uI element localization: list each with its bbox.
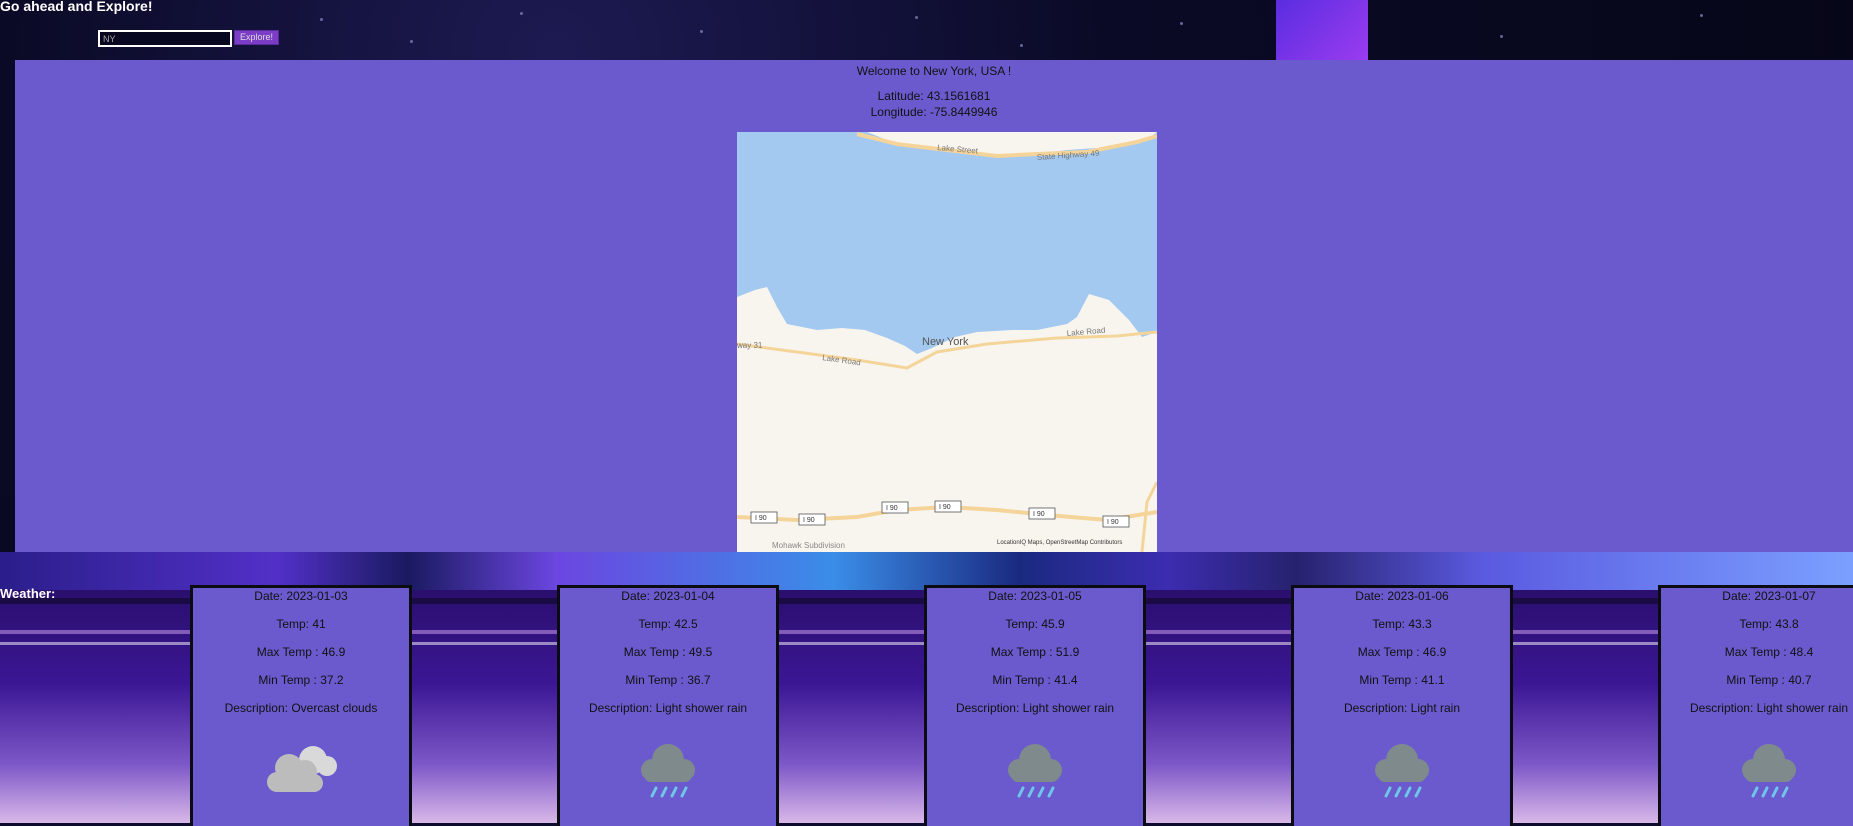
forecast-date: Date: 2023-01-07 — [1722, 589, 1816, 603]
forecast-max-temp: Max Temp : 46.9 — [1357, 645, 1447, 659]
forecast-max-temp: Max Temp : 49.5 — [623, 645, 713, 659]
forecast-date: Date: 2023-01-05 — [988, 589, 1082, 603]
forecast-description: Description: Light shower rain — [955, 701, 1115, 715]
weather-card: Date: 2023-01-03 Temp: 41 Max Temp : 46.… — [190, 585, 412, 826]
welcome-text: Welcome to New York, USA ! — [856, 64, 1012, 78]
weather-card: Date: 2023-01-04 Temp: 42.5 Max Temp : 4… — [557, 585, 779, 826]
highway-shield: I 90 — [939, 504, 951, 511]
rain-cloud-icon — [927, 738, 1143, 798]
road-label-way-31: way 31 — [737, 341, 763, 350]
forecast-temp: Temp: 43.8 — [1739, 617, 1799, 631]
highway-shield: I 90 — [1033, 511, 1045, 518]
forecast-description: Description: Light shower rain — [588, 701, 748, 715]
location-panel: Welcome to New York, USA ! Latitude: 43.… — [15, 60, 1853, 552]
weather-card: Date: 2023-01-05 Temp: 45.9 Max Temp : 5… — [924, 585, 1146, 826]
city-search-input[interactable] — [98, 30, 232, 47]
longitude-text: Longitude: -75.8449946 — [870, 105, 998, 119]
highway-shield: I 90 — [1107, 519, 1119, 526]
coordinates: Latitude: 43.1561681 Longitude: -75.8449… — [15, 88, 1853, 120]
rain-cloud-icon — [560, 738, 776, 798]
forecast-max-temp: Max Temp : 51.9 — [990, 645, 1080, 659]
forecast-temp: Temp: 42.5 — [638, 617, 698, 631]
forecast-date: Date: 2023-01-03 — [254, 589, 348, 603]
map-city-label: New York — [922, 336, 969, 348]
location-map[interactable]: Lake Street State Highway 49 way 31 Lake… — [737, 132, 1157, 552]
forecast-date: Date: 2023-01-04 — [621, 589, 715, 603]
forecast-min-temp: Min Temp : 41.4 — [992, 673, 1078, 687]
rain-cloud-icon — [1661, 738, 1853, 798]
weather-card: Date: 2023-01-06 Temp: 43.3 Max Temp : 4… — [1291, 585, 1513, 826]
forecast-date: Date: 2023-01-06 — [1355, 589, 1449, 603]
forecast-description: Description: Overcast clouds — [224, 701, 378, 715]
neon-building — [1276, 0, 1368, 60]
rain-cloud-icon — [1294, 738, 1510, 798]
explore-button[interactable]: Explore! — [234, 30, 280, 45]
search-bar: Explore! — [98, 30, 280, 47]
cloud-icon — [193, 738, 409, 798]
forecast-max-temp: Max Temp : 48.4 — [1724, 645, 1814, 659]
forecast-description: Description: Light shower rain — [1689, 701, 1849, 715]
latitude-text: Latitude: 43.1561681 — [877, 89, 991, 103]
forecast-min-temp: Min Temp : 41.1 — [1359, 673, 1445, 687]
forecast-description: Description: Light rain — [1343, 701, 1461, 715]
highway-shield: I 90 — [886, 505, 898, 512]
road-label-mohawk: Mohawk Subdivision — [772, 541, 845, 550]
weather-card: Date: 2023-01-07 Temp: 43.8 Max Temp : 4… — [1658, 585, 1853, 826]
highway-shield: I 90 — [803, 517, 815, 524]
map-attribution: LocationIQ Maps, OpenStreetMap Contribut… — [997, 540, 1122, 546]
highway-shield: I 90 — [755, 515, 767, 522]
page-title: Go ahead and Explore! — [0, 0, 153, 14]
forecast-temp: Temp: 45.9 — [1005, 617, 1065, 631]
forecast-temp: Temp: 41 — [276, 617, 326, 631]
forecast-max-temp: Max Temp : 46.9 — [256, 645, 346, 659]
forecast-min-temp: Min Temp : 37.2 — [258, 673, 344, 687]
weather-label: Weather: — [0, 586, 56, 601]
forecast-min-temp: Min Temp : 36.7 — [625, 673, 711, 687]
forecast-temp: Temp: 43.3 — [1372, 617, 1432, 631]
map-image: Lake Street State Highway 49 way 31 Lake… — [737, 132, 1157, 552]
forecast-min-temp: Min Temp : 40.7 — [1726, 673, 1812, 687]
